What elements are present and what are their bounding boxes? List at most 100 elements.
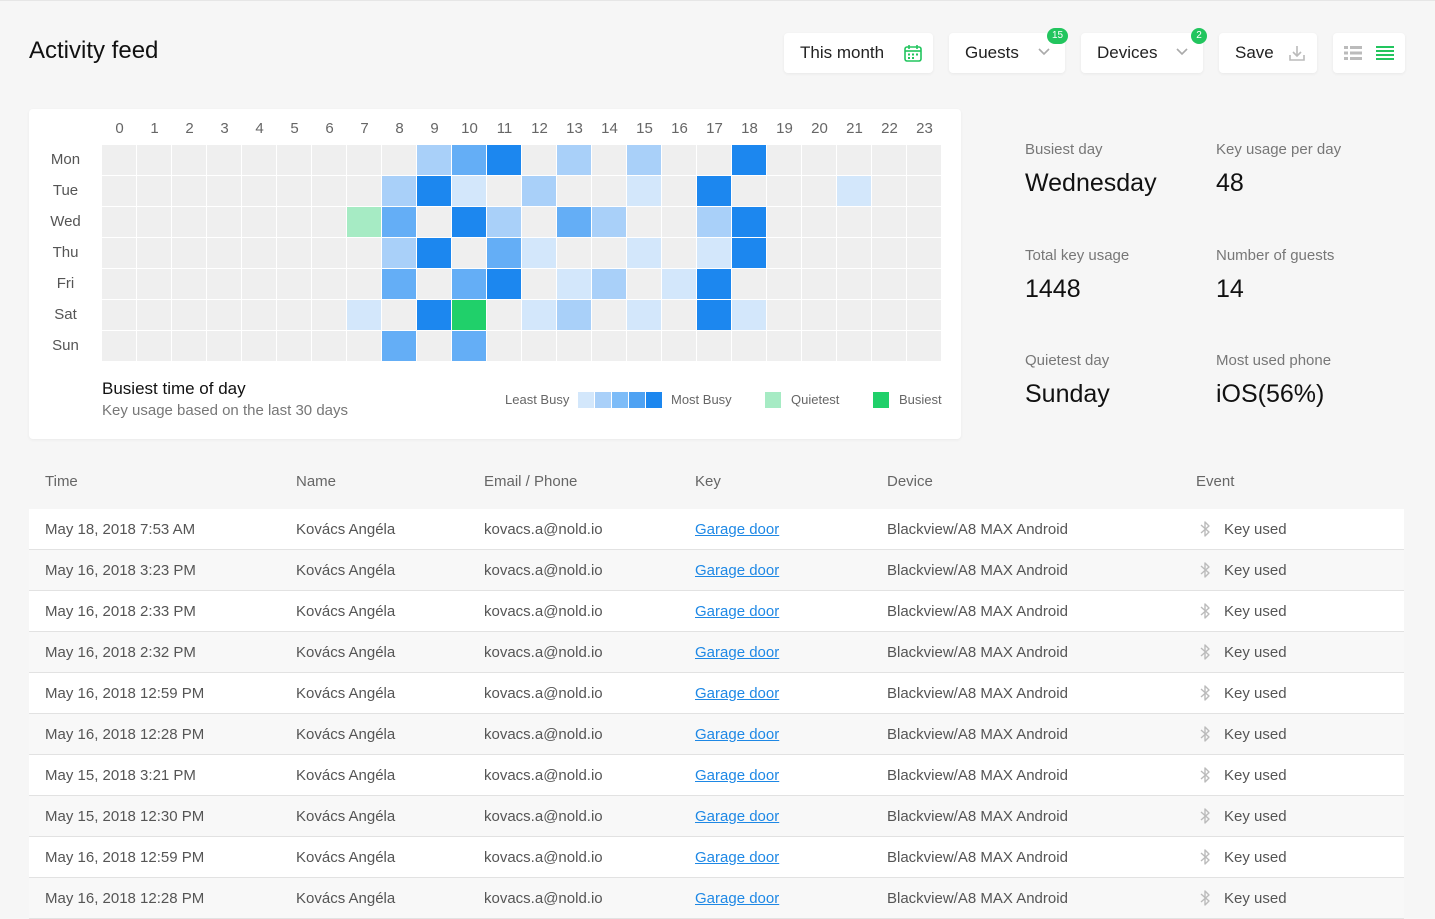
heatmap-cell[interactable] — [487, 300, 521, 330]
heatmap-cell[interactable] — [277, 207, 311, 237]
heatmap-cell[interactable] — [697, 300, 731, 330]
heatmap-cell[interactable] — [767, 145, 801, 175]
heatmap-cell[interactable] — [697, 331, 731, 361]
heatmap-cell[interactable] — [732, 331, 766, 361]
column-header-event[interactable]: Event — [1196, 473, 1234, 490]
table-row[interactable]: May 16, 2018 12:28 PM Kovács Angéla kovacs… — [29, 878, 1404, 919]
heatmap-cell[interactable] — [137, 269, 171, 299]
heatmap-cell[interactable] — [697, 176, 731, 206]
heatmap-cell[interactable] — [312, 269, 346, 299]
heatmap-cell[interactable] — [417, 269, 451, 299]
heatmap-cell[interactable] — [382, 238, 416, 268]
heatmap-cell[interactable] — [732, 207, 766, 237]
heatmap-cell[interactable] — [592, 176, 626, 206]
heatmap-cell[interactable] — [627, 207, 661, 237]
heatmap-cell[interactable] — [592, 331, 626, 361]
heatmap-cell[interactable] — [627, 300, 661, 330]
heatmap-cell[interactable] — [837, 331, 871, 361]
heatmap-cell[interactable] — [312, 300, 346, 330]
heatmap-cell[interactable] — [102, 176, 136, 206]
heatmap-cell[interactable] — [732, 300, 766, 330]
heatmap-cell[interactable] — [137, 238, 171, 268]
heatmap-cell[interactable] — [487, 145, 521, 175]
row-key-link[interactable]: Garage door — [695, 726, 779, 743]
table-row[interactable]: May 16, 2018 12:59 PM Kovács Angéla kovacs… — [29, 837, 1404, 878]
heatmap-cell[interactable] — [872, 269, 906, 299]
heatmap-cell[interactable] — [522, 300, 556, 330]
row-key-link[interactable]: Garage door — [695, 890, 779, 907]
heatmap-cell[interactable] — [277, 145, 311, 175]
guests-filter-button[interactable]: Guests 15 — [949, 28, 1069, 73]
heatmap-cell[interactable] — [382, 207, 416, 237]
heatmap-cell[interactable] — [662, 145, 696, 175]
heatmap-cell[interactable] — [207, 238, 241, 268]
heatmap-cell[interactable] — [102, 238, 136, 268]
heatmap-cell[interactable] — [487, 238, 521, 268]
heatmap-cell[interactable] — [382, 300, 416, 330]
heatmap-cell[interactable] — [802, 300, 836, 330]
heatmap-cell[interactable] — [382, 176, 416, 206]
heatmap-cell[interactable] — [102, 145, 136, 175]
heatmap-cell[interactable] — [522, 331, 556, 361]
table-row[interactable]: May 16, 2018 3:23 PM Kovács Angéla kovacs.… — [29, 550, 1404, 591]
heatmap-cell[interactable] — [382, 269, 416, 299]
heatmap-cell[interactable] — [662, 238, 696, 268]
heatmap-cell[interactable] — [137, 300, 171, 330]
heatmap-cell[interactable] — [277, 238, 311, 268]
row-key-link[interactable]: Garage door — [695, 521, 779, 538]
heatmap-cell[interactable] — [277, 176, 311, 206]
devices-filter-button[interactable]: Devices 2 — [1081, 28, 1207, 73]
heatmap-cell[interactable] — [662, 176, 696, 206]
heatmap-cell[interactable] — [417, 300, 451, 330]
heatmap-cell[interactable] — [627, 269, 661, 299]
column-header-time[interactable]: Time — [45, 473, 78, 490]
heatmap-cell[interactable] — [172, 176, 206, 206]
heatmap-cell[interactable] — [697, 269, 731, 299]
heatmap-cell[interactable] — [732, 238, 766, 268]
column-header-name[interactable]: Name — [296, 473, 336, 490]
heatmap-cell[interactable] — [907, 207, 941, 237]
heatmap-cell[interactable] — [767, 238, 801, 268]
heatmap-cell[interactable] — [802, 331, 836, 361]
heatmap-cell[interactable] — [522, 238, 556, 268]
heatmap-cell[interactable] — [347, 176, 381, 206]
heatmap-cell[interactable] — [172, 331, 206, 361]
heatmap-cell[interactable] — [837, 176, 871, 206]
heatmap-cell[interactable] — [452, 238, 486, 268]
save-button[interactable]: Save — [1219, 33, 1317, 73]
heatmap-cell[interactable] — [592, 207, 626, 237]
heatmap-cell[interactable] — [417, 145, 451, 175]
heatmap-cell[interactable] — [242, 238, 276, 268]
heatmap-cell[interactable] — [802, 207, 836, 237]
row-key-link[interactable]: Garage door — [695, 562, 779, 579]
list-view-icon[interactable] — [1376, 45, 1394, 61]
heatmap-cell[interactable] — [802, 176, 836, 206]
heatmap-cell[interactable] — [207, 207, 241, 237]
row-key-link[interactable]: Garage door — [695, 685, 779, 702]
heatmap-cell[interactable] — [242, 207, 276, 237]
heatmap-cell[interactable] — [242, 269, 276, 299]
column-header-device[interactable]: Device — [887, 473, 933, 490]
heatmap-cell[interactable] — [767, 207, 801, 237]
heatmap-cell[interactable] — [907, 300, 941, 330]
heatmap-cell[interactable] — [487, 176, 521, 206]
heatmap-cell[interactable] — [592, 145, 626, 175]
table-row[interactable]: May 16, 2018 2:32 PM Kovács Angéla kovacs.… — [29, 632, 1404, 673]
heatmap-cell[interactable] — [137, 176, 171, 206]
heatmap-cell[interactable] — [347, 269, 381, 299]
heatmap-cell[interactable] — [872, 238, 906, 268]
heatmap-cell[interactable] — [347, 300, 381, 330]
table-row[interactable]: May 16, 2018 12:28 PM Kovács Angéla kovacs… — [29, 714, 1404, 755]
heatmap-cell[interactable] — [207, 331, 241, 361]
heatmap-cell[interactable] — [347, 207, 381, 237]
heatmap-cell[interactable] — [802, 238, 836, 268]
heatmap-cell[interactable] — [697, 145, 731, 175]
table-row[interactable]: May 15, 2018 12:30 PM Kovács Angéla kovacs… — [29, 796, 1404, 837]
heatmap-cell[interactable] — [452, 176, 486, 206]
heatmap-cell[interactable] — [627, 176, 661, 206]
heatmap-cell[interactable] — [872, 300, 906, 330]
table-row[interactable]: May 16, 2018 2:33 PM Kovács Angéla kovacs.… — [29, 591, 1404, 632]
heatmap-cell[interactable] — [872, 176, 906, 206]
heatmap-cell[interactable] — [837, 207, 871, 237]
heatmap-cell[interactable] — [662, 207, 696, 237]
